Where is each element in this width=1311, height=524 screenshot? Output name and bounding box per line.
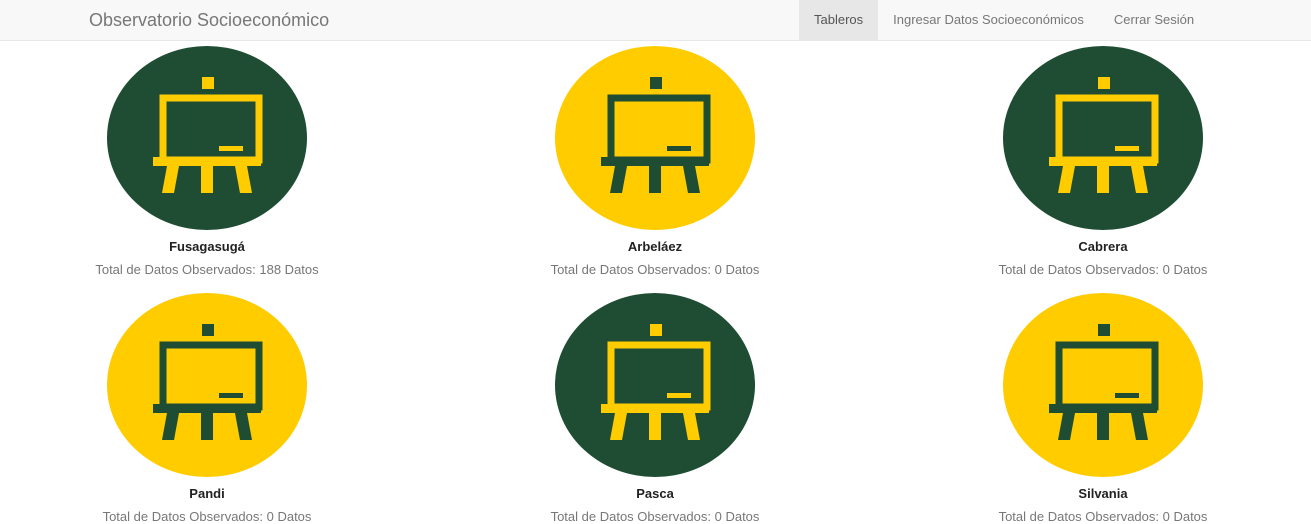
- data-count-text: Total de Datos Observados: 188 Datos: [95, 262, 319, 277]
- municipality-card: Pandi Total de Datos Observados: 0 Datos: [27, 293, 387, 524]
- municipality-name: Pandi: [189, 486, 225, 501]
- municipality-tile[interactable]: [555, 293, 755, 477]
- municipality-name: Silvania: [1078, 486, 1128, 501]
- municipality-name: Fusagasugá: [169, 239, 245, 254]
- municipality-tile[interactable]: [107, 293, 307, 477]
- municipality-card: Arbeláez Total de Datos Observados: 0 Da…: [475, 46, 835, 277]
- municipality-name: Pasca: [636, 486, 674, 501]
- municipality-card: Cabrera Total de Datos Observados: 0 Dat…: [923, 46, 1283, 277]
- municipality-tile[interactable]: [107, 46, 307, 230]
- municipality-card: Pasca Total de Datos Observados: 0 Datos: [475, 293, 835, 524]
- municipality-tile[interactable]: [1003, 46, 1203, 230]
- municipality-card: Silvania Total de Datos Observados: 0 Da…: [923, 293, 1283, 524]
- municipality-tile[interactable]: [1003, 293, 1203, 477]
- municipality-card: Fusagasugá Total de Datos Observados: 18…: [27, 46, 387, 277]
- data-count-text: Total de Datos Observados: 0 Datos: [550, 262, 760, 277]
- municipality-grid: Fusagasugá Total de Datos Observados: 18…: [0, 0, 1311, 524]
- data-count-text: Total de Datos Observados: 0 Datos: [998, 262, 1208, 277]
- municipality-name: Arbeláez: [627, 239, 683, 254]
- municipality-tile[interactable]: [555, 46, 755, 230]
- municipality-name: Cabrera: [1078, 239, 1128, 254]
